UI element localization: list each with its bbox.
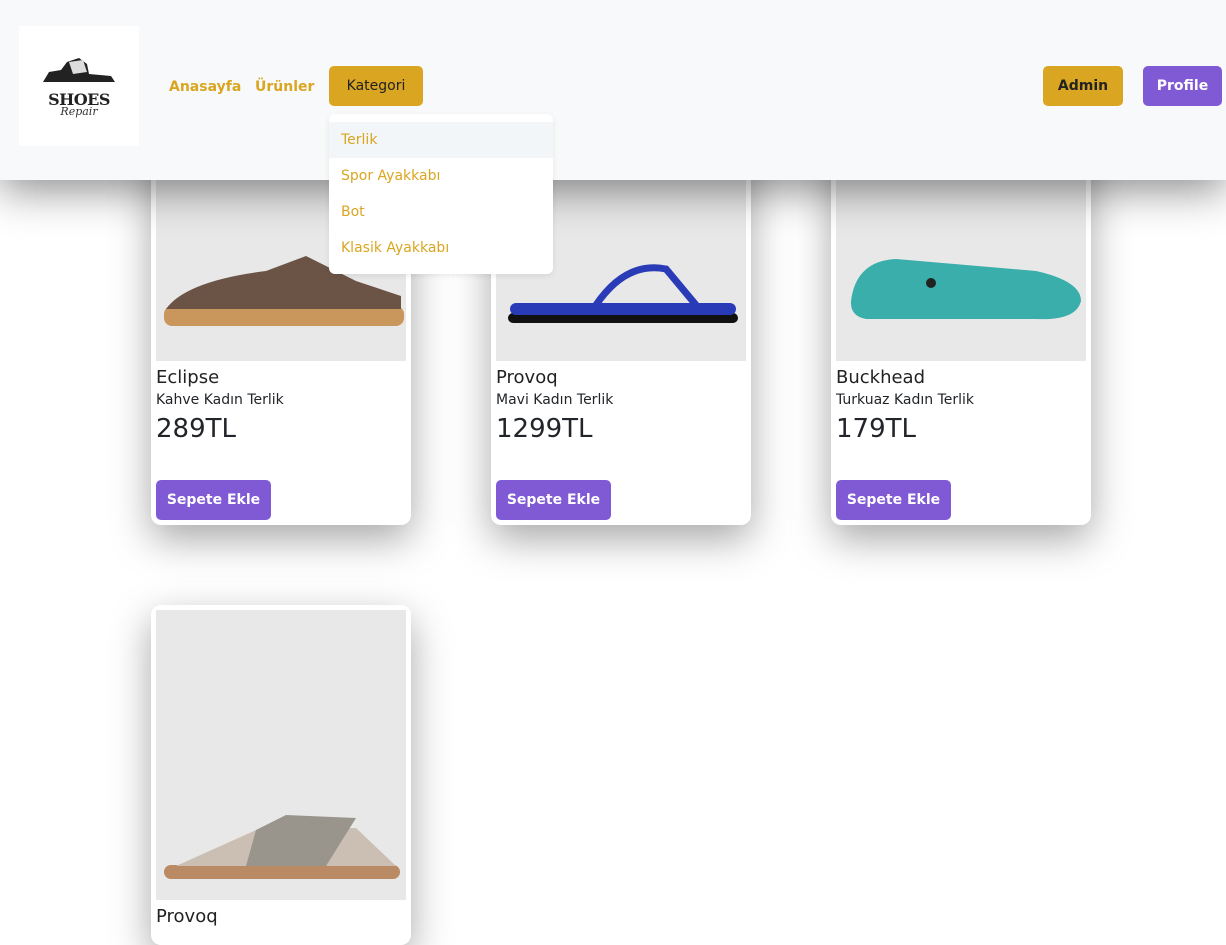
dropdown-item-spor[interactable]: Spor Ayakkabı	[329, 158, 553, 194]
product-description: Kahve Kadın Terlik	[156, 392, 284, 408]
admin-button[interactable]: Admin	[1043, 66, 1123, 106]
shoe-logo-icon	[43, 58, 115, 82]
dropdown-item-klasik[interactable]: Klasik Ayakkabı	[329, 230, 553, 266]
dropdown-item-terlik[interactable]: Terlik	[329, 122, 553, 158]
add-to-cart-button[interactable]: Sepete Ekle	[496, 480, 611, 520]
add-to-cart-button[interactable]: Sepete Ekle	[836, 480, 951, 520]
product-price: 179TL	[836, 414, 916, 444]
product-name: Eclipse	[156, 367, 220, 388]
product-price: 1299TL	[496, 414, 593, 444]
category-dropdown-menu: Terlik Spor Ayakkabı Bot Klasik Ayakkabı	[329, 114, 553, 274]
product-image[interactable]	[156, 610, 406, 900]
category-dropdown-button[interactable]: Kategori	[329, 66, 423, 106]
logo[interactable]: SHOES Repair	[19, 26, 139, 146]
product-card: Provoq	[151, 605, 411, 945]
product-description: Mavi Kadın Terlik	[496, 392, 614, 408]
profile-button[interactable]: Profile	[1143, 66, 1222, 106]
product-price: 289TL	[156, 414, 236, 444]
product-name: Buckhead	[836, 367, 926, 388]
dropdown-item-bot[interactable]: Bot	[329, 194, 553, 230]
espadrille-image	[164, 815, 400, 879]
logo-subtext: Repair	[60, 105, 98, 118]
nav-home[interactable]: Anasayfa	[169, 79, 241, 95]
add-to-cart-button[interactable]: Sepete Ekle	[156, 480, 271, 520]
clog-image	[850, 259, 1081, 320]
product-name: Provoq	[156, 906, 218, 927]
product-name: Provoq	[496, 367, 558, 388]
navbar: SHOES Repair Anasayfa Ürünler Kategori A…	[0, 0, 1226, 180]
product-description: Turkuaz Kadın Terlik	[836, 392, 975, 408]
nav-products[interactable]: Ürünler	[255, 79, 314, 95]
